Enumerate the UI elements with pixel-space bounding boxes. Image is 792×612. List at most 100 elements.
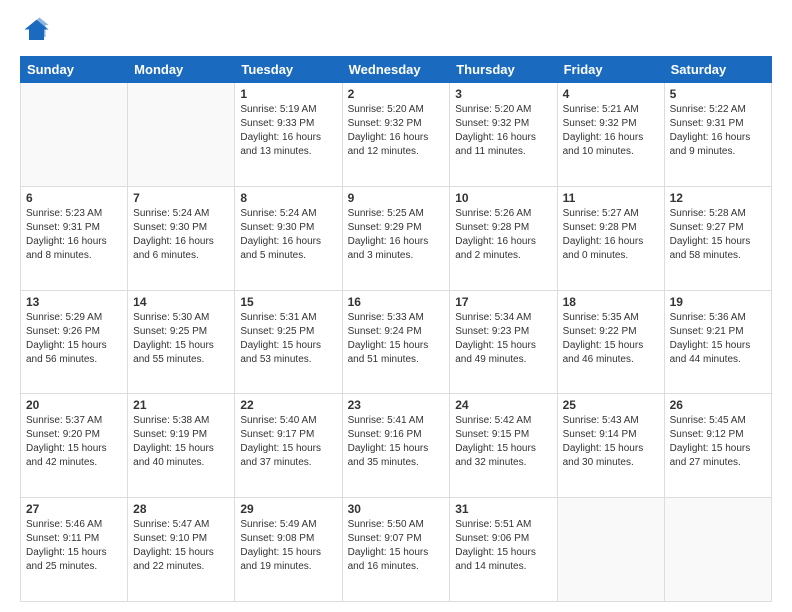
day-info: Sunrise: 5:20 AM Sunset: 9:32 PM Dayligh… — [348, 103, 445, 159]
day-number: 19 — [670, 295, 766, 309]
day-info: Sunrise: 5:21 AM Sunset: 9:32 PM Dayligh… — [563, 103, 659, 159]
day-info: Sunrise: 5:47 AM Sunset: 9:10 PM Dayligh… — [133, 518, 229, 574]
calendar-cell: 4Sunrise: 5:21 AM Sunset: 9:32 PM Daylig… — [557, 83, 664, 187]
day-info: Sunrise: 5:22 AM Sunset: 9:31 PM Dayligh… — [670, 103, 766, 159]
calendar-cell: 29 Sunrise: 5:49 AM Sunset: 9:08 PM Dayli… — [235, 498, 342, 602]
day-info: Sunrise: 5:40 AM Sunset: 9:17 PM Dayligh… — [240, 414, 336, 470]
calendar-cell: 1 Sunrise: 5:19 AM Sunset: 9:33 PM Daylig… — [235, 83, 342, 187]
day-info: Sunrise: 5:25 AM Sunset: 9:29 PM Dayligh… — [348, 207, 445, 263]
day-number: 20 — [26, 398, 122, 412]
day-number: 8 — [240, 191, 336, 205]
calendar-cell: 8 Sunrise: 5:24 AM Sunset: 9:30 PM Daylig… — [235, 186, 342, 290]
calendar-week-row: 1 Sunrise: 5:19 AM Sunset: 9:33 PM Daylig… — [21, 83, 772, 187]
weekday-header: Monday — [128, 57, 235, 83]
day-info: Sunrise: 5:45 AM Sunset: 9:12 PM Dayligh… — [670, 414, 766, 470]
day-number: 25 — [563, 398, 659, 412]
day-info: Sunrise: 5:42 AM Sunset: 9:15 PM Dayligh… — [455, 414, 551, 470]
calendar-cell: 27 Sunrise: 5:46 AM Sunset: 9:11 PM Dayli… — [21, 498, 128, 602]
calendar-cell: 18 Sunrise: 5:35 AM Sunset: 9:22 PM Dayli… — [557, 290, 664, 394]
day-info: Sunrise: 5:38 AM Sunset: 9:19 PM Dayligh… — [133, 414, 229, 470]
calendar-cell: 5 Sunrise: 5:22 AM Sunset: 9:31 PM Daylig… — [664, 83, 771, 187]
calendar-cell: 19 Sunrise: 5:36 AM Sunset: 9:21 PM Dayli… — [664, 290, 771, 394]
day-info: Sunrise: 5:34 AM Sunset: 9:23 PM Dayligh… — [455, 311, 551, 367]
day-number: 21 — [133, 398, 229, 412]
day-info: Sunrise: 5:50 AM Sunset: 9:07 PM Dayligh… — [348, 518, 445, 574]
calendar-cell: 16 Sunrise: 5:33 AM Sunset: 9:24 PM Dayli… — [342, 290, 450, 394]
day-number: 2 — [348, 87, 445, 101]
day-number: 5 — [670, 87, 766, 101]
day-info: Sunrise: 5:43 AM Sunset: 9:14 PM Dayligh… — [563, 414, 659, 470]
day-number: 13 — [26, 295, 122, 309]
day-info: Sunrise: 5:35 AM Sunset: 9:22 PM Dayligh… — [563, 311, 659, 367]
weekday-header: Tuesday — [235, 57, 342, 83]
day-number: 27 — [26, 502, 122, 516]
day-number: 24 — [455, 398, 551, 412]
day-number: 14 — [133, 295, 229, 309]
weekday-header: Wednesday — [342, 57, 450, 83]
weekday-header: Friday — [557, 57, 664, 83]
calendar-week-row: 13 Sunrise: 5:29 AM Sunset: 9:26 PM Dayli… — [21, 290, 772, 394]
day-number: 23 — [348, 398, 445, 412]
day-info: Sunrise: 5:29 AM Sunset: 9:26 PM Dayligh… — [26, 311, 122, 367]
day-info: Sunrise: 5:41 AM Sunset: 9:16 PM Dayligh… — [348, 414, 445, 470]
day-info: Sunrise: 5:24 AM Sunset: 9:30 PM Dayligh… — [240, 207, 336, 263]
day-info: Sunrise: 5:20 AM Sunset: 9:32 PM Dayligh… — [455, 103, 551, 159]
day-number: 6 — [26, 191, 122, 205]
header — [20, 16, 772, 46]
calendar-cell: 14 Sunrise: 5:30 AM Sunset: 9:25 PM Dayli… — [128, 290, 235, 394]
day-info: Sunrise: 5:26 AM Sunset: 9:28 PM Dayligh… — [455, 207, 551, 263]
day-number: 3 — [455, 87, 551, 101]
day-info: Sunrise: 5:28 AM Sunset: 9:27 PM Dayligh… — [670, 207, 766, 263]
day-number: 10 — [455, 191, 551, 205]
weekday-header: Thursday — [450, 57, 557, 83]
day-number: 9 — [348, 191, 445, 205]
day-info: Sunrise: 5:31 AM Sunset: 9:25 PM Dayligh… — [240, 311, 336, 367]
logo-icon — [20, 16, 50, 46]
day-number: 15 — [240, 295, 336, 309]
calendar-cell: 12Sunrise: 5:28 AM Sunset: 9:27 PM Dayli… — [664, 186, 771, 290]
day-info: Sunrise: 5:46 AM Sunset: 9:11 PM Dayligh… — [26, 518, 122, 574]
calendar-cell: 26 Sunrise: 5:45 AM Sunset: 9:12 PM Dayli… — [664, 394, 771, 498]
weekday-header: Saturday — [664, 57, 771, 83]
day-info: Sunrise: 5:36 AM Sunset: 9:21 PM Dayligh… — [670, 311, 766, 367]
day-info: Sunrise: 5:23 AM Sunset: 9:31 PM Dayligh… — [26, 207, 122, 263]
calendar-cell: 22 Sunrise: 5:40 AM Sunset: 9:17 PM Dayli… — [235, 394, 342, 498]
day-number: 17 — [455, 295, 551, 309]
calendar-week-row: 27 Sunrise: 5:46 AM Sunset: 9:11 PM Dayli… — [21, 498, 772, 602]
calendar-cell: 13 Sunrise: 5:29 AM Sunset: 9:26 PM Dayli… — [21, 290, 128, 394]
calendar-week-row: 20Sunrise: 5:37 AM Sunset: 9:20 PM Dayli… — [21, 394, 772, 498]
calendar-cell: 15 Sunrise: 5:31 AM Sunset: 9:25 PM Dayli… — [235, 290, 342, 394]
day-info: Sunrise: 5:51 AM Sunset: 9:06 PM Dayligh… — [455, 518, 551, 574]
day-number: 22 — [240, 398, 336, 412]
day-number: 29 — [240, 502, 336, 516]
calendar-cell: 10 Sunrise: 5:26 AM Sunset: 9:28 PM Dayli… — [450, 186, 557, 290]
calendar-cell: 20Sunrise: 5:37 AM Sunset: 9:20 PM Dayli… — [21, 394, 128, 498]
calendar-cell: 9 Sunrise: 5:25 AM Sunset: 9:29 PM Daylig… — [342, 186, 450, 290]
day-number: 30 — [348, 502, 445, 516]
calendar-cell: 31 Sunrise: 5:51 AM Sunset: 9:06 PM Dayli… — [450, 498, 557, 602]
day-number: 26 — [670, 398, 766, 412]
calendar-cell: 21 Sunrise: 5:38 AM Sunset: 9:19 PM Dayli… — [128, 394, 235, 498]
weekday-row: SundayMondayTuesdayWednesdayThursdayFrid… — [21, 57, 772, 83]
calendar-cell — [664, 498, 771, 602]
calendar-cell: 7Sunrise: 5:24 AM Sunset: 9:30 PM Daylig… — [128, 186, 235, 290]
calendar-cell — [128, 83, 235, 187]
day-info: Sunrise: 5:24 AM Sunset: 9:30 PM Dayligh… — [133, 207, 229, 263]
day-number: 18 — [563, 295, 659, 309]
calendar-body: 1 Sunrise: 5:19 AM Sunset: 9:33 PM Daylig… — [21, 83, 772, 602]
day-number: 31 — [455, 502, 551, 516]
day-info: Sunrise: 5:49 AM Sunset: 9:08 PM Dayligh… — [240, 518, 336, 574]
calendar-cell: 30 Sunrise: 5:50 AM Sunset: 9:07 PM Dayli… — [342, 498, 450, 602]
page: SundayMondayTuesdayWednesdayThursdayFrid… — [0, 0, 792, 612]
day-number: 16 — [348, 295, 445, 309]
day-number: 1 — [240, 87, 336, 101]
day-info: Sunrise: 5:27 AM Sunset: 9:28 PM Dayligh… — [563, 207, 659, 263]
day-number: 11 — [563, 191, 659, 205]
day-info: Sunrise: 5:19 AM Sunset: 9:33 PM Dayligh… — [240, 103, 336, 159]
calendar-cell: 3 Sunrise: 5:20 AM Sunset: 9:32 PM Daylig… — [450, 83, 557, 187]
calendar-cell: 11 Sunrise: 5:27 AM Sunset: 9:28 PM Dayli… — [557, 186, 664, 290]
day-info: Sunrise: 5:30 AM Sunset: 9:25 PM Dayligh… — [133, 311, 229, 367]
day-info: Sunrise: 5:33 AM Sunset: 9:24 PM Dayligh… — [348, 311, 445, 367]
calendar-cell: 17 Sunrise: 5:34 AM Sunset: 9:23 PM Dayli… — [450, 290, 557, 394]
calendar-header: SundayMondayTuesdayWednesdayThursdayFrid… — [21, 57, 772, 83]
